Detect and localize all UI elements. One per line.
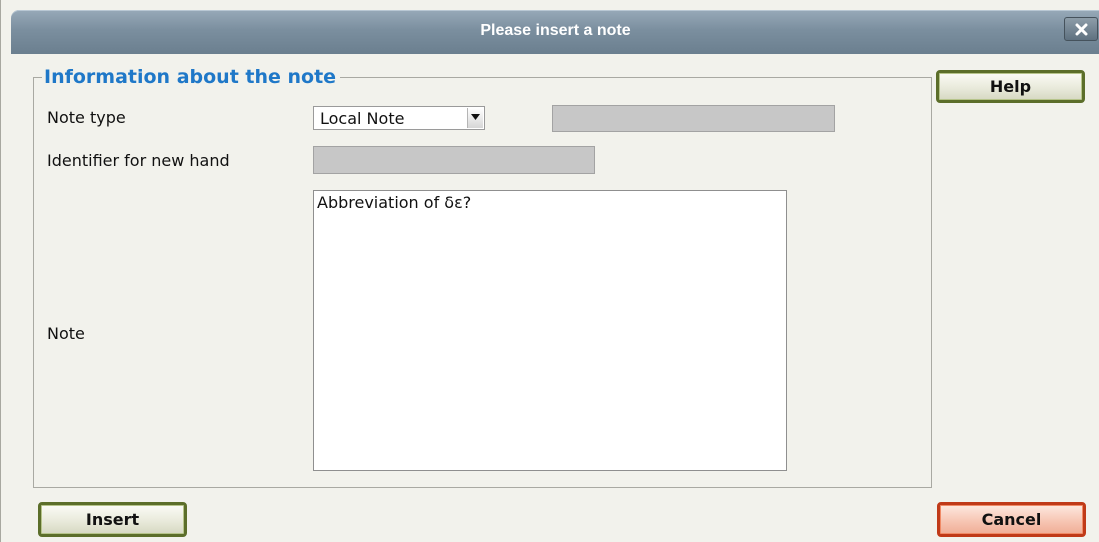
dropdown-arrow[interactable] — [467, 108, 483, 128]
insert-button[interactable]: Insert — [38, 502, 187, 537]
dialog-title: Please insert a note — [480, 22, 631, 39]
dialog-titlebar[interactable]: Please insert a note — [11, 10, 1099, 54]
close-icon — [1075, 23, 1088, 36]
note-type-select[interactable]: Local Note — [313, 106, 485, 130]
cancel-button[interactable]: Cancel — [937, 502, 1086, 537]
identifier-field — [313, 146, 595, 174]
chevron-down-icon — [471, 114, 480, 120]
note-type-label: Note type — [47, 108, 126, 127]
close-button[interactable] — [1064, 17, 1098, 41]
note-type-selected-value: Local Note — [320, 109, 405, 128]
help-button[interactable]: Help — [936, 70, 1085, 103]
identifier-label: Identifier for new hand — [47, 151, 230, 170]
note-dialog: Please insert a note Information about t… — [0, 0, 1099, 542]
fieldset-legend: Information about the note — [44, 66, 337, 88]
note-type-extra-field — [552, 105, 835, 132]
note-textarea[interactable]: Abbreviation of δε? — [313, 190, 787, 471]
note-label: Note — [47, 324, 85, 343]
